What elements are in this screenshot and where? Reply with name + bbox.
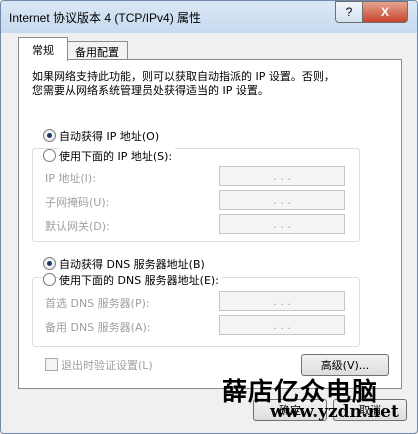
manual-dns-radio[interactable] [43,273,56,286]
ip-address-label: IP 地址(I): [45,172,96,185]
properties-dialog: Internet 协议版本 4 (TCP/IPv4) 属性 ? X 常规 备用配… [0,0,418,434]
auto-dns-radio[interactable] [43,257,56,270]
alternate-dns-label: 备用 DNS 服务器(A): [45,321,151,334]
help-button[interactable]: ? [335,1,363,23]
manual-ip-label[interactable]: 使用下面的 IP 地址(S): [59,148,176,164]
subnet-mask-value: . . . [273,193,291,207]
default-gateway-input[interactable]: . . . [219,214,345,234]
alternate-dns-value: . . . [273,318,291,332]
alternate-dns-input[interactable]: . . . [219,315,345,335]
subnet-mask-label: 子网掩码(U): [45,196,110,209]
tab-general[interactable]: 常规 [18,37,68,61]
preferred-dns-value: . . . [273,294,291,308]
validate-on-exit-label[interactable]: 退出时验证设置(L) [61,357,153,373]
manual-ip-radio[interactable] [43,149,56,162]
description-line: 如果网络支持此功能，则可以获取自动指派的 IP 设置。否则， [32,70,335,83]
watermark-url: www.yzdn.net [270,402,399,422]
validate-on-exit-checkbox[interactable] [45,358,58,371]
auto-ip-radio[interactable] [43,129,56,142]
preferred-dns-input[interactable]: . . . [219,291,345,311]
tab-panel-general: 如果网络支持此功能，则可以获取自动指派的 IP 设置。否则， 您需要从网络系统管… [18,59,402,389]
preferred-dns-label: 首选 DNS 服务器(P): [45,297,150,310]
manual-dns-label[interactable]: 使用下面的 DNS 服务器地址(E): [59,272,222,288]
close-button[interactable]: X [362,1,408,23]
description-line: 您需要从网络系统管理员处获得适当的 IP 设置。 [32,84,269,97]
ip-address-value: . . . [273,169,291,183]
title-bar[interactable]: Internet 协议版本 4 (TCP/IPv4) 属性 ? X [1,1,417,33]
auto-dns-label[interactable]: 自动获得 DNS 服务器地址(B) [59,256,205,272]
ip-address-input[interactable]: . . . [219,166,345,186]
subnet-mask-input[interactable]: . . . [219,190,345,210]
auto-ip-label[interactable]: 自动获得 IP 地址(O) [59,128,159,144]
default-gateway-value: . . . [273,217,291,231]
description-text: 如果网络支持此功能，则可以获取自动指派的 IP 设置。否则， 您需要从网络系统管… [32,70,392,98]
default-gateway-label: 默认网关(D): [45,220,110,233]
close-icon: X [380,5,389,19]
help-icon: ? [345,5,353,19]
window-title: Internet 协议版本 4 (TCP/IPv4) 属性 [9,11,202,25]
